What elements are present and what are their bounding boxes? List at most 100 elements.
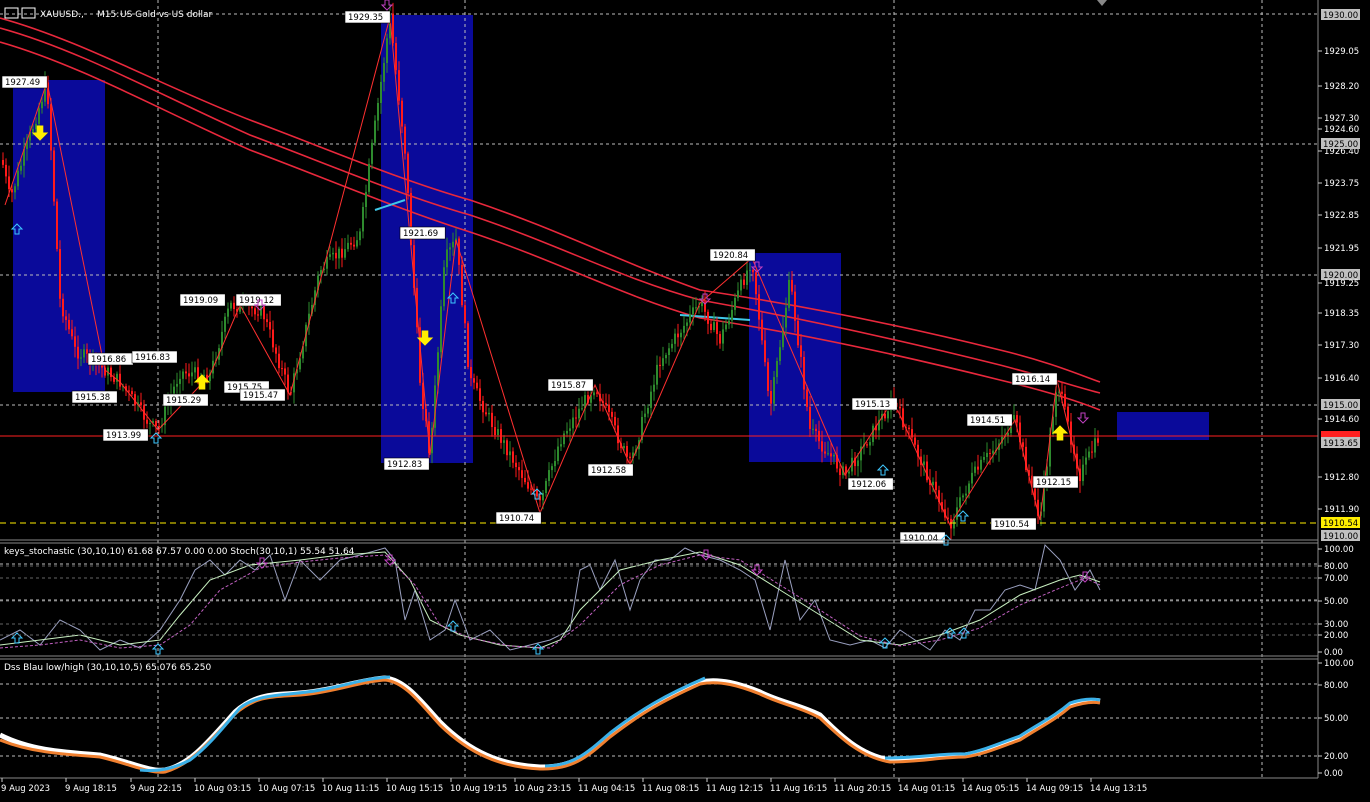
candle-body xyxy=(701,302,703,307)
swing-label-text: 1915.47 xyxy=(243,391,278,401)
candle-body xyxy=(1064,393,1066,407)
candle-body xyxy=(74,336,76,347)
candle-body xyxy=(608,404,610,412)
candle-body xyxy=(521,470,523,478)
time-axis-label: 9 Aug 2023 xyxy=(1,784,50,794)
candle-body xyxy=(452,241,454,248)
candle-body xyxy=(83,349,85,358)
candle-body xyxy=(827,453,829,455)
bid-price-marker xyxy=(1321,431,1360,437)
candle-body xyxy=(377,102,379,121)
candle-body xyxy=(719,334,721,344)
candle-body xyxy=(329,254,331,257)
candle-body xyxy=(476,382,478,389)
candle-body xyxy=(779,347,781,361)
candle-body xyxy=(551,466,553,471)
candle-body xyxy=(716,322,718,335)
swing-label-text: 1910.54 xyxy=(994,520,1029,530)
candle-body xyxy=(776,360,778,378)
candle-body xyxy=(689,314,691,323)
candle-body xyxy=(740,279,742,291)
candle-body xyxy=(62,298,64,317)
candle-body xyxy=(977,466,979,470)
candle-body xyxy=(671,343,673,349)
candle-body xyxy=(494,427,496,436)
swing-label: 1912.15 xyxy=(1032,475,1079,489)
candle-body xyxy=(1013,415,1015,420)
candle-body xyxy=(581,408,583,410)
candle-body xyxy=(128,390,130,392)
candle-body xyxy=(647,407,649,414)
swing-label-text: 1912.06 xyxy=(851,480,886,490)
price-axis-label: 1915.00 xyxy=(1323,401,1358,411)
candle-body xyxy=(548,470,550,481)
candle-body xyxy=(443,267,445,307)
candle-body xyxy=(368,163,370,192)
trading-chart-window[interactable]: 1927.49 1929.35 1921.69 1920.84 1919.09 1919.… xyxy=(0,0,1370,799)
current-price-label: 1913.65 xyxy=(1323,439,1358,449)
candle-body xyxy=(332,252,334,255)
candle-body xyxy=(464,305,466,324)
swing-label-text: 1915.13 xyxy=(855,400,890,410)
swing-label: 1929.35 xyxy=(344,10,391,24)
swing-label-text: 1919.09 xyxy=(183,296,218,306)
candle-body xyxy=(68,319,70,330)
dss-axis-label: 50.00 xyxy=(1324,714,1348,724)
price-axis-label: 1927.30 xyxy=(1324,114,1359,124)
candle-body xyxy=(371,142,373,164)
candle-body xyxy=(707,311,709,324)
price-axis-label: 1918.35 xyxy=(1324,309,1359,319)
candle-body xyxy=(872,425,874,443)
stoch-axis-label: 70.00 xyxy=(1324,574,1348,584)
time-axis-label: 11 Aug 04:15 xyxy=(578,784,635,794)
price-axis-label: 1925.00 xyxy=(1323,140,1358,150)
candle-body xyxy=(1031,475,1033,484)
candle-body xyxy=(8,176,10,190)
candle-body xyxy=(794,291,796,321)
candle-body xyxy=(491,412,493,428)
swing-label: 1915.13 xyxy=(851,397,898,411)
candle-body xyxy=(572,417,574,429)
price-axis-label: 1919.25 xyxy=(1324,279,1359,289)
candle-body xyxy=(182,371,184,379)
candle-body xyxy=(722,329,724,344)
candle-body xyxy=(755,272,757,295)
candle-body xyxy=(347,242,349,250)
candle-body xyxy=(629,456,631,459)
candle-body xyxy=(335,252,337,259)
candle-body xyxy=(962,495,964,498)
candle-body xyxy=(1022,442,1024,447)
candle-body xyxy=(545,480,547,494)
candle-body xyxy=(1085,457,1087,465)
candle-body xyxy=(809,406,811,429)
candle-body xyxy=(734,297,736,310)
candle-body xyxy=(59,248,61,299)
candle-body xyxy=(713,322,715,330)
swing-label-text: 1916.86 xyxy=(91,355,126,365)
candle-body xyxy=(974,466,976,473)
candle-body xyxy=(983,456,985,460)
chart-symbol: XAUUSD., xyxy=(40,10,84,20)
candle-body xyxy=(596,392,598,394)
chart-canvas[interactable]: 1927.49 1929.35 1921.69 1920.84 1919.09 1919.… xyxy=(0,0,1370,799)
candle-body xyxy=(1061,391,1063,394)
time-axis-label: 11 Aug 12:15 xyxy=(706,784,763,794)
candle-body xyxy=(353,244,355,247)
swing-label: 1910.54 xyxy=(990,517,1037,531)
swing-label: 1915.47 xyxy=(239,388,286,402)
candle-body xyxy=(764,340,766,363)
candle-body xyxy=(374,120,376,143)
candle-body xyxy=(665,355,667,359)
time-axis-label: 14 Aug 01:15 xyxy=(898,784,955,794)
time-axis-label: 10 Aug 19:15 xyxy=(450,784,507,794)
candle-body xyxy=(908,427,910,430)
candle-body xyxy=(149,423,151,425)
candle-body xyxy=(656,364,658,385)
price-axis-label: 1928.20 xyxy=(1324,82,1359,92)
chart-description: US Gold vs US dollar xyxy=(120,10,212,20)
candle-body xyxy=(560,444,562,447)
candle-body xyxy=(566,430,568,434)
time-axis-label: 14 Aug 09:15 xyxy=(1026,784,1083,794)
candle-body xyxy=(749,269,751,271)
swing-label-text: 1916.83 xyxy=(135,353,170,363)
